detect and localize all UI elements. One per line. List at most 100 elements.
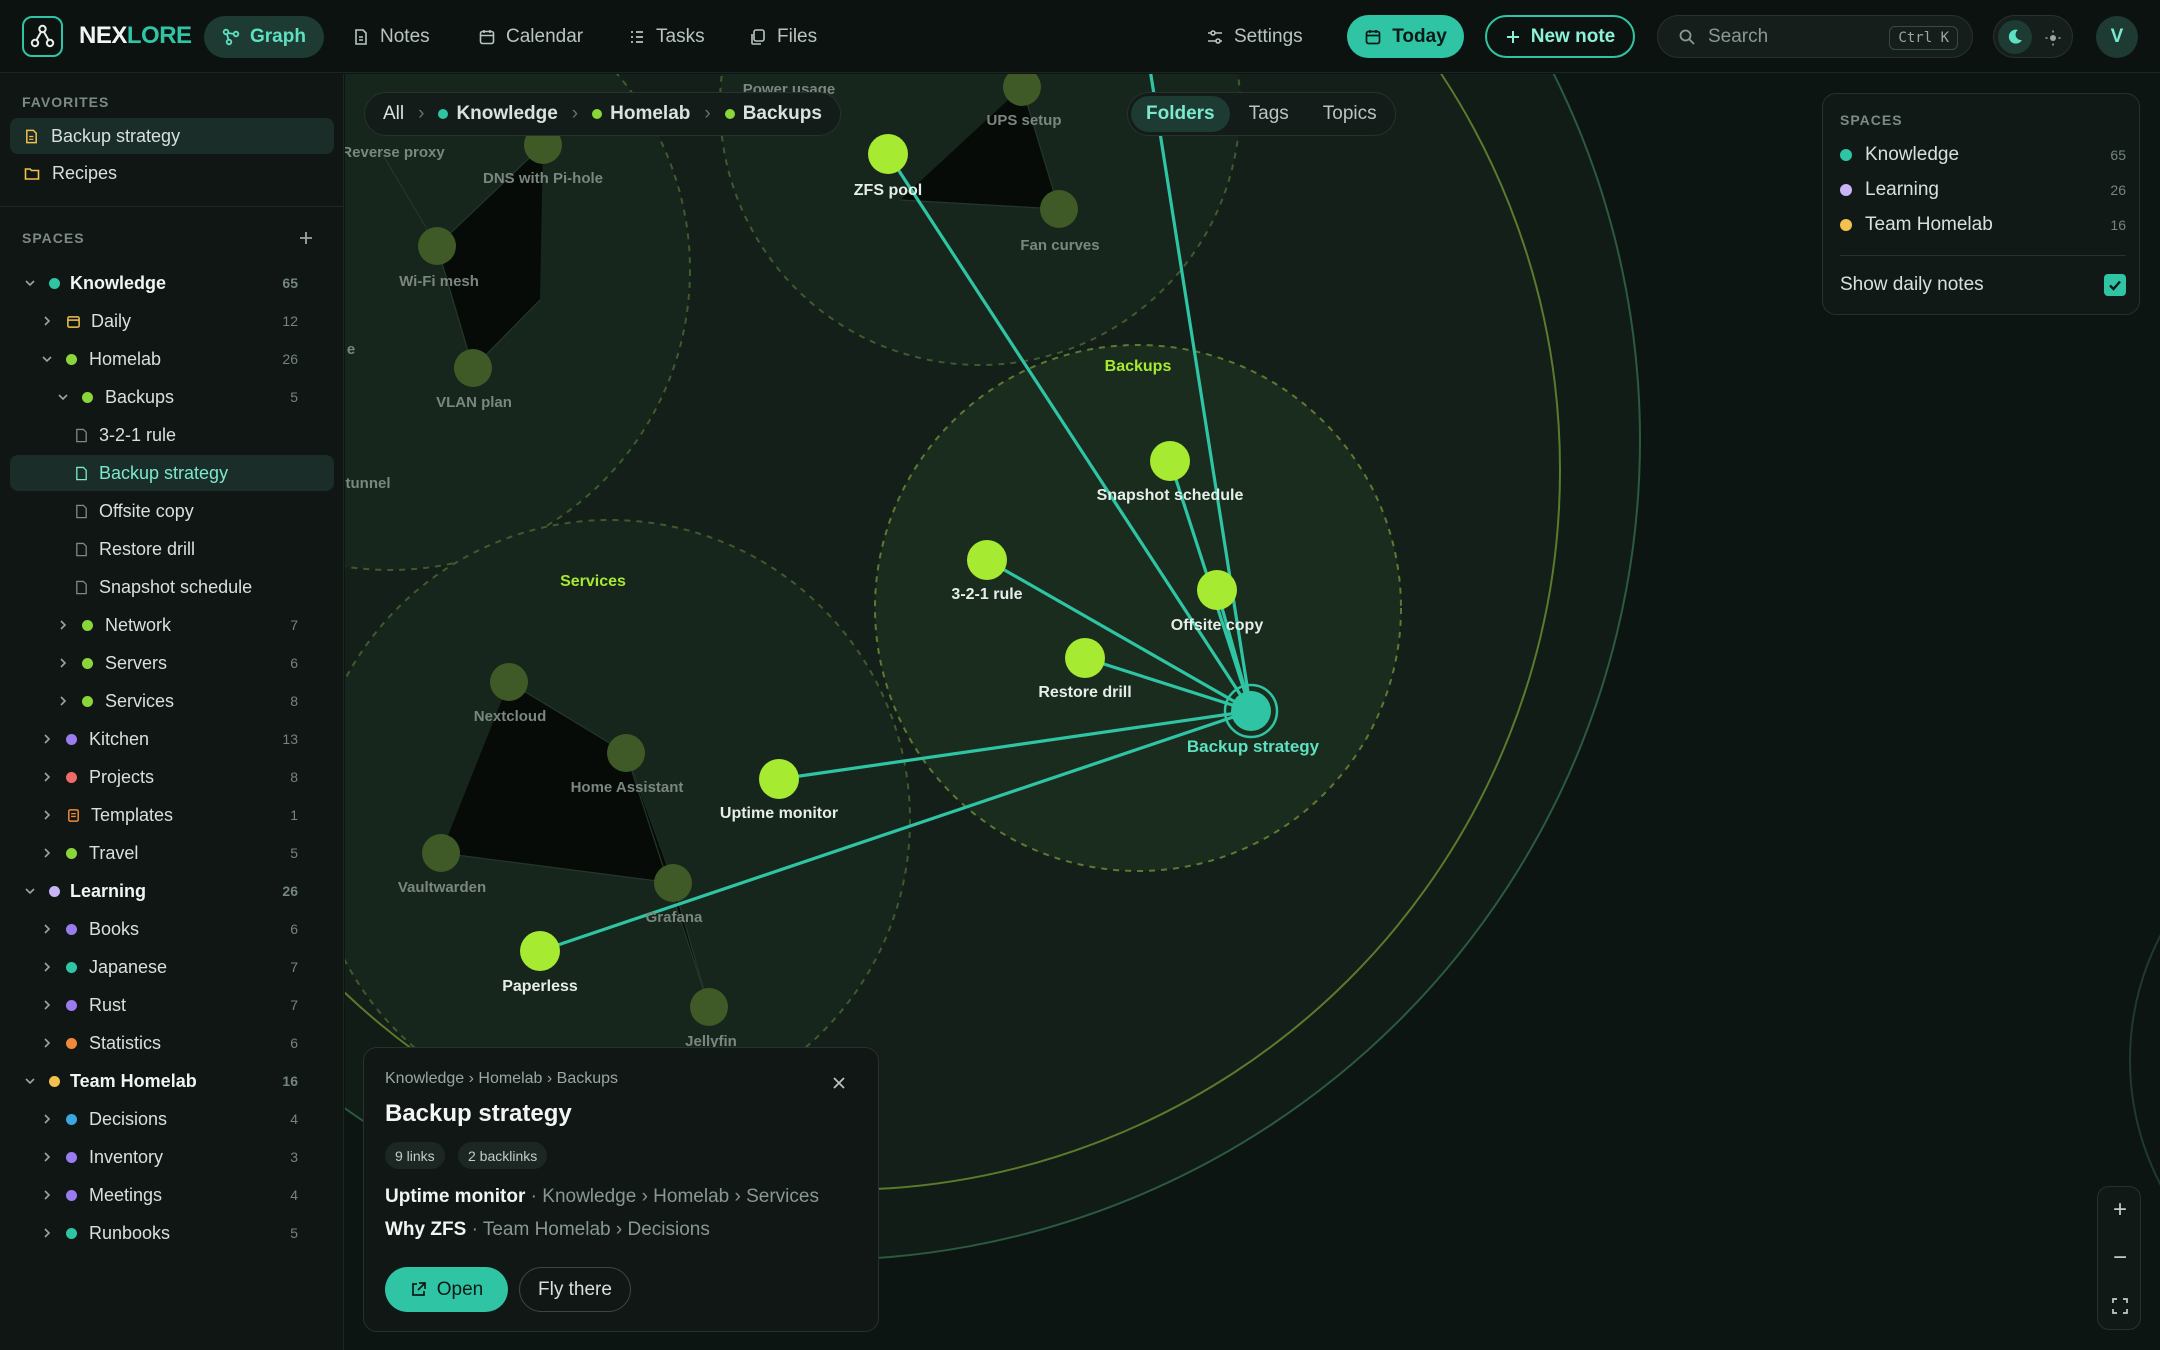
today-button[interactable]: Today [1347, 15, 1464, 58]
tree-item-backups[interactable]: Backups 5 [10, 379, 334, 415]
folder-color-dot [66, 1227, 77, 1239]
node-paperless[interactable] [520, 931, 560, 971]
favorite-backup-strategy[interactable]: Backup strategy [10, 118, 334, 154]
tree-item-projects[interactable]: Projects 8 [10, 759, 334, 795]
space-count: 16 [2110, 217, 2126, 233]
backups-cluster [874, 344, 1402, 872]
node-uptime-monitor[interactable] [759, 759, 799, 799]
tree-count: 8 [290, 769, 298, 785]
nav-settings[interactable]: Settings [1188, 16, 1321, 58]
node-zfs-pool[interactable] [868, 134, 908, 174]
fit-view-button[interactable] [2098, 1283, 2142, 1329]
avatar[interactable]: V [2096, 16, 2138, 58]
folder-color-dot [82, 695, 93, 707]
tab-folders[interactable]: Folders [1131, 96, 1230, 132]
folder-color-dot [66, 353, 77, 365]
spaces-title: SPACES [22, 230, 85, 246]
breadcrumb-label: Backups [742, 103, 822, 124]
node-restore-drill[interactable] [1065, 638, 1105, 678]
show-daily-notes-row[interactable]: Show daily notes [1840, 270, 2126, 300]
app-logo[interactable] [22, 16, 63, 57]
add-space-icon[interactable] [298, 230, 314, 246]
show-daily-notes-label: Show daily notes [1840, 274, 1984, 295]
external-link-icon [411, 1282, 426, 1296]
tree-item-statistics[interactable]: Statistics 6 [10, 1025, 334, 1061]
folder-color-dot [66, 771, 77, 783]
space-label: Knowledge [1865, 144, 1960, 165]
tree-item-note[interactable]: Snapshot schedule [10, 569, 334, 605]
nav-graph[interactable]: Graph [204, 16, 324, 58]
space-label: Learning [1865, 179, 1939, 200]
tab-topics[interactable]: Topics [1308, 96, 1392, 132]
node-label: Fan curves [1020, 237, 1099, 254]
tree-count: 5 [290, 1225, 298, 1241]
tree-item-note[interactable]: Offsite copy [10, 493, 334, 529]
chevron-right-icon [44, 1228, 51, 1238]
tab-tags[interactable]: Tags [1234, 96, 1304, 132]
zoom-out-button[interactable]: − [2098, 1235, 2142, 1281]
zoom-in-button[interactable]: + [2098, 1187, 2142, 1233]
tree-item-inventory[interactable]: Inventory 3 [10, 1139, 334, 1175]
nav-calendar[interactable]: Calendar [460, 16, 601, 58]
search-input[interactable]: Search Ctrl K [1657, 15, 1973, 58]
nav-settings-label: Settings [1234, 26, 1303, 47]
node-label: DNS with Pi-hole [483, 170, 603, 187]
calendar-icon [479, 30, 495, 45]
show-daily-notes-checkbox[interactable] [2104, 274, 2126, 296]
tree-item-knowledge[interactable]: Knowledge 65 [10, 265, 334, 301]
nav-tasks[interactable]: Tasks [610, 16, 723, 58]
folder-color-dot [66, 733, 77, 745]
nav-notes[interactable]: Notes [334, 16, 448, 58]
breadcrumb-item[interactable]: Knowledge [438, 103, 558, 125]
tree-item-note[interactable]: 3-2-1 rule [10, 417, 334, 453]
tree-item-books[interactable]: Books 6 [10, 911, 334, 947]
space-filter-knowledge[interactable]: Knowledge 65 [1840, 140, 2126, 170]
favorite-label: Backup strategy [51, 125, 181, 146]
breadcrumb-all[interactable]: All [383, 103, 404, 125]
node-offsite-copy[interactable] [1197, 570, 1237, 610]
linked-note[interactable]: Why ZFS · Team Homelab › Decisions [385, 1219, 710, 1241]
tree-item-learning[interactable]: Learning 26 [10, 873, 334, 909]
new-note-label: New note [1530, 25, 1616, 47]
tree-item-japanese[interactable]: Japanese 7 [10, 949, 334, 985]
tree-item-note[interactable]: Restore drill [10, 531, 334, 567]
linked-note-name: Why ZFS [385, 1219, 467, 1240]
tree-item-services[interactable]: Services 8 [10, 683, 334, 719]
close-icon[interactable] [830, 1074, 848, 1092]
tree-label: Rust [89, 994, 127, 1015]
breadcrumb-item[interactable]: Homelab [592, 103, 690, 125]
favorite-recipes[interactable]: Recipes [10, 155, 334, 191]
breadcrumb-item[interactable]: Backups [724, 103, 822, 125]
tree-label: Runbooks [89, 1222, 171, 1243]
chevron-right-icon [60, 658, 67, 668]
node-label: Vaultwarden [398, 879, 486, 896]
node-snapshot-schedule[interactable] [1150, 441, 1190, 481]
tree-item-templates[interactable]: Templates 1 [10, 797, 334, 833]
tree-item-homelab[interactable]: Homelab 26 [10, 341, 334, 377]
today-label: Today [1392, 25, 1447, 47]
node-3-2-1-rule[interactable] [967, 540, 1007, 580]
tree-item-travel[interactable]: Travel 5 [10, 835, 334, 871]
theme-toggle[interactable] [1993, 15, 2073, 58]
tree-item-network[interactable]: Network 7 [10, 607, 334, 643]
new-note-button[interactable]: New note [1485, 15, 1635, 58]
tree-item-kitchen[interactable]: Kitchen 13 [10, 721, 334, 757]
tree-item-daily[interactable]: Daily 12 [10, 303, 334, 339]
tree-item-team-homelab[interactable]: Team Homelab 16 [10, 1063, 334, 1099]
linked-note[interactable]: Uptime monitor · Knowledge › Homelab › S… [385, 1186, 819, 1208]
open-button[interactable]: Open [385, 1267, 508, 1312]
tree-item-servers[interactable]: Servers 6 [10, 645, 334, 681]
tree-item-note-active[interactable]: Backup strategy [10, 455, 334, 491]
tree-item-decisions[interactable]: Decisions 4 [10, 1101, 334, 1137]
tree-label: Network [105, 614, 172, 635]
space-filter-learning[interactable]: Learning 26 [1840, 175, 2126, 205]
fly-there-button[interactable]: Fly there [519, 1267, 631, 1312]
nav-files[interactable]: Files [731, 16, 835, 58]
tree-item-rust[interactable]: Rust 7 [10, 987, 334, 1023]
tree-item-runbooks[interactable]: Runbooks 5 [10, 1215, 334, 1251]
chevron-down-icon [25, 888, 35, 895]
tree-label: Books [89, 918, 140, 939]
space-filter-team-homelab[interactable]: Team Homelab 16 [1840, 210, 2126, 240]
node-backup-strategy[interactable] [1231, 691, 1271, 731]
tree-item-meetings[interactable]: Meetings 4 [10, 1177, 334, 1213]
